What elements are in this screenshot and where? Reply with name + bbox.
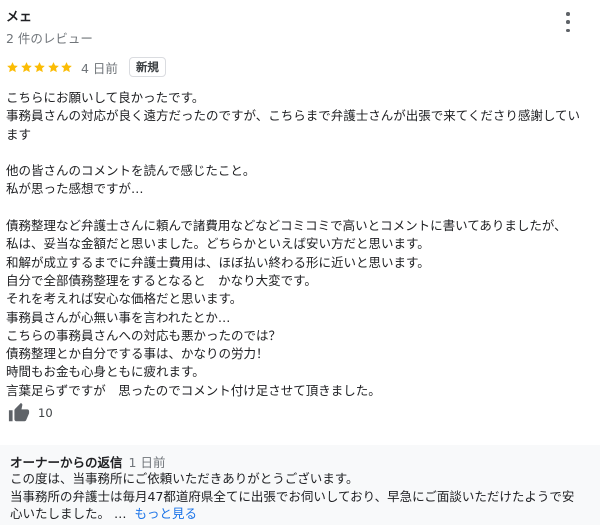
owner-reply-line: 当事務所の弁護士は毎月47都道府県全てに出張でお伺いしており、早急にご面談いただ… xyxy=(10,488,575,504)
owner-reply-text: この度は、当事務所にご依頼いただきありがとうございます。 当事務所の弁護士は毎月… xyxy=(10,470,596,523)
review-text: こちらにお願いして良かったです。事務員さんの対応が良く遠方だったのですが、こちら… xyxy=(6,89,596,400)
like-count: 10 xyxy=(38,406,53,420)
review-text-line: 私が思った感想ですが… xyxy=(6,181,144,197)
review-text-line: それを考えれば安心な価格だと思います。 xyxy=(6,291,243,307)
owner-reply-date: 1 日前 xyxy=(128,455,166,470)
menu-dot xyxy=(566,20,570,24)
menu-dot xyxy=(566,12,570,16)
review-text-line: 債務整理など弁護士さんに頼んで諸費用などなどコミコミで高いとコメントに書いてあり… xyxy=(6,218,567,234)
star-icon xyxy=(47,61,59,72)
review-text-line xyxy=(6,199,596,217)
review-date: 4 日前 xyxy=(81,60,118,76)
review-text-line: 事務員さんが心無い事を言われたとか… xyxy=(6,309,231,325)
star-rating xyxy=(6,61,73,74)
star-icon xyxy=(20,61,32,72)
star-icon xyxy=(34,61,45,72)
owner-reply-header: オーナーからの返信 1 日前 xyxy=(10,452,165,471)
menu-dot xyxy=(566,28,570,32)
like-row: 10 xyxy=(8,402,53,424)
thumbs-up-icon[interactable] xyxy=(8,402,30,424)
more-link[interactable]: もっと見る xyxy=(134,506,197,521)
review-text-line: ます xyxy=(6,126,32,142)
star-icon xyxy=(61,61,72,72)
reviewer-review-count: 2 件のレビュー xyxy=(6,31,93,46)
review-text-line: 事務員さんの対応が良く遠方だったのですが、こちらまで弁護士さんが出張で来てくださ… xyxy=(6,108,581,124)
rating-row: 4 日前 新規 xyxy=(6,56,166,78)
owner-reply-line: この度は、当事務所にご依頼いただきありがとうございます。 xyxy=(10,471,359,486)
new-badge: 新規 xyxy=(128,57,166,77)
review-text-line: 時間もお金も心身ともに疲れます。 xyxy=(6,364,205,380)
review-text-line: 他の皆さんのコメントを読んで感じたこと。 xyxy=(6,163,256,179)
review-text-line: 私は、妥当な金額だと思いました。どちらかといえば安い方だと思います。 xyxy=(6,236,430,252)
more-vert-icon[interactable] xyxy=(561,12,575,32)
review-text-line xyxy=(6,144,596,162)
review-text-line: 和解が成立するまでに弁護士費用は、ほぼ払い終わる形に近いと思います。 xyxy=(6,254,430,270)
star-icon xyxy=(7,61,18,72)
review-text-line: 言葉足らずですが 思ったのでコメント付け足させて頂きました。 xyxy=(6,382,381,398)
reviewer-name[interactable]: メェ xyxy=(6,6,32,25)
review-text-line: こちらの事務員さんへの対応も悪かったのでは？ xyxy=(6,327,282,343)
review-text-line: 債務整理とか自分でする事は、かなりの労力！ xyxy=(6,346,269,362)
review-text-line: 自分で全部債務整理をするとなると かなり大変です。 xyxy=(6,272,317,288)
owner-reply-label: オーナーからの返信 xyxy=(10,455,123,470)
owner-reply: オーナーからの返信 1 日前 この度は、当事務所にご依頼いただきありがとうござい… xyxy=(0,445,600,525)
owner-reply-line-last: 心いたしました。 … もっと見る xyxy=(10,505,596,523)
owner-reply-line: 心いたしました。 … xyxy=(10,506,127,521)
review-text-line: こちらにお願いして良かったです。 xyxy=(6,90,205,105)
